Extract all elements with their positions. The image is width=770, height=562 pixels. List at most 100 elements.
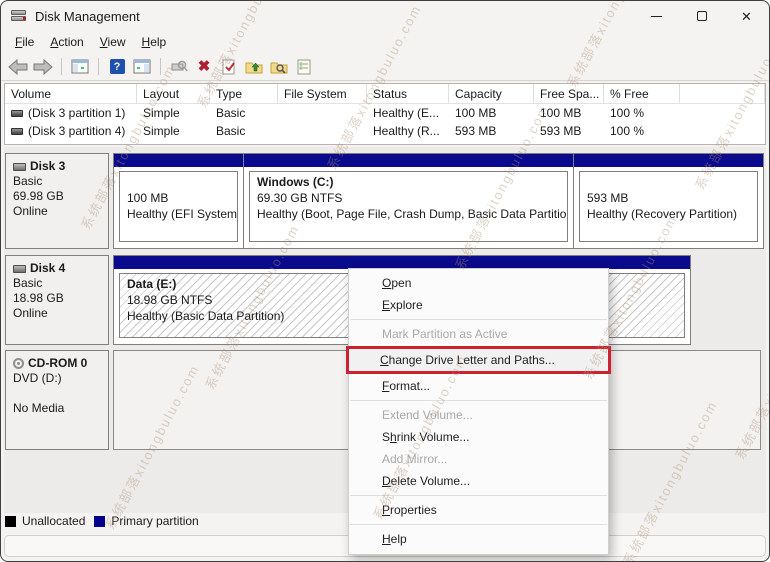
partition-size: 593 MB	[587, 190, 750, 206]
volume-capacity: 593 MB	[449, 124, 534, 138]
column-type[interactable]: Type	[210, 84, 278, 103]
volume-layout: Simple	[137, 124, 210, 138]
menu-view[interactable]: View	[92, 33, 134, 51]
volume-layout: Simple	[137, 106, 210, 120]
volume-capacity: 100 MB	[449, 106, 534, 120]
menu-help[interactable]: Help	[134, 33, 175, 51]
maximize-button[interactable]	[679, 1, 724, 31]
partition-status: Healthy (Recovery Partition)	[587, 206, 750, 222]
disk-management-window: Disk Management ✕ File Action View Help …	[0, 0, 770, 562]
close-icon: ✕	[741, 10, 752, 23]
menu-item-add-mirror: Add Mirror...	[349, 448, 608, 470]
volume-pct-free: 100 %	[604, 124, 680, 138]
volume-name: (Disk 3 partition 4)	[28, 124, 125, 138]
disk3-type: Basic	[13, 174, 101, 189]
menu-item-format[interactable]: Format...	[349, 375, 608, 397]
toolbar: ? ✖	[1, 53, 769, 81]
menu-item-extend-volume: Extend Volume...	[349, 404, 608, 426]
column-capacity[interactable]: Capacity	[449, 84, 534, 103]
partition-status: Healthy (Boot, Page File, Crash Dump, Ba…	[257, 206, 560, 222]
properties-icon[interactable]	[293, 56, 315, 78]
partition-windows-c[interactable]: Windows (C:) 69.30 GB NTFS Healthy (Boot…	[244, 154, 574, 248]
menu-file[interactable]: File	[7, 33, 42, 51]
volume-pct-free: 100 %	[604, 106, 680, 120]
menu-item-explore[interactable]: Explore	[349, 294, 608, 316]
menu-item-open[interactable]: Open	[349, 272, 608, 294]
forward-icon[interactable]	[32, 56, 54, 78]
table-row[interactable]: (Disk 3 partition 4) Simple Basic Health…	[5, 122, 765, 140]
rescan-disks-icon[interactable]	[168, 56, 190, 78]
delete-volume-icon[interactable]: ✖	[193, 56, 215, 78]
partition-size: 69.30 GB NTFS	[257, 190, 560, 206]
window-controls: ✕	[634, 1, 769, 31]
disk4-type: Basic	[13, 276, 101, 291]
close-button[interactable]: ✕	[724, 1, 769, 31]
volume-type: Basic	[210, 106, 278, 120]
cdrom-name: CD-ROM 0	[28, 356, 87, 371]
open-folder-icon[interactable]	[243, 56, 265, 78]
cdrom-info-panel[interactable]: CD-ROM 0 DVD (D:) No Media	[5, 350, 109, 450]
toolbar-separator	[61, 58, 62, 75]
partition-title	[587, 174, 750, 190]
volume-type: Basic	[210, 124, 278, 138]
menu-item-help[interactable]: Help	[349, 528, 608, 550]
menu-separator	[350, 524, 607, 525]
column-file-system[interactable]: File System	[278, 84, 367, 103]
partition-status: Healthy (EFI System Partition)	[127, 206, 230, 222]
maximize-icon	[697, 11, 707, 21]
menu-item-shrink-volume[interactable]: Shrink Volume...	[349, 426, 608, 448]
volume-list-header: Volume Layout Type File System Status Ca…	[5, 84, 765, 104]
show-action-pane-icon[interactable]	[131, 56, 153, 78]
cdrom-drive: DVD (D:)	[13, 371, 101, 386]
red-highlight-box: Change Drive Letter and Paths...	[346, 346, 611, 374]
disk-icon	[13, 265, 26, 273]
volume-status: Healthy (R...	[367, 124, 449, 138]
volume-free-space: 100 MB	[534, 106, 604, 120]
menu-action[interactable]: Action	[42, 33, 91, 51]
volume-icon	[11, 110, 23, 117]
toolbar-separator	[160, 58, 161, 75]
disk-icon	[13, 163, 26, 171]
column-filler	[680, 84, 765, 103]
legend-primary-partition: Primary partition	[94, 514, 198, 528]
menu-item-properties[interactable]: Properties	[349, 499, 608, 521]
primary-partition-color-swatch	[94, 516, 105, 527]
partition-recovery[interactable]: 593 MB Healthy (Recovery Partition)	[574, 154, 763, 248]
minimize-icon	[651, 16, 662, 17]
context-menu: Open Explore Mark Partition as Active Ch…	[348, 268, 609, 555]
menu-item-change-drive-letter[interactable]: Change Drive Letter and Paths...	[349, 349, 608, 371]
table-row[interactable]: (Disk 3 partition 1) Simple Basic Health…	[5, 104, 765, 122]
help-icon[interactable]: ?	[106, 56, 128, 78]
minimize-button[interactable]	[634, 1, 679, 31]
cdrom-media-status: No Media	[13, 401, 101, 416]
menu-item-delete-volume[interactable]: Delete Volume...	[349, 470, 608, 492]
partition-title	[127, 174, 230, 190]
back-icon[interactable]	[7, 56, 29, 78]
column-status[interactable]: Status	[367, 84, 449, 103]
partition-title: Windows (C:)	[257, 174, 560, 190]
primary-partition-band	[244, 154, 573, 167]
column-layout[interactable]: Layout	[137, 84, 210, 103]
partition-efi[interactable]: 100 MB Healthy (EFI System Partition)	[114, 154, 244, 248]
menu-bar: File Action View Help	[1, 31, 769, 53]
unallocated-color-swatch	[5, 516, 16, 527]
legend-unallocated-label: Unallocated	[22, 514, 85, 528]
column-volume[interactable]: Volume	[5, 84, 137, 103]
show-console-tree-icon[interactable]	[69, 56, 91, 78]
primary-partition-band	[574, 154, 763, 167]
menu-separator	[350, 495, 607, 496]
volume-name: (Disk 3 partition 1)	[28, 106, 125, 120]
disk-management-app-icon	[11, 9, 27, 23]
explore-folder-icon[interactable]	[268, 56, 290, 78]
mark-partition-active-icon[interactable]	[218, 56, 240, 78]
disk4-info-panel[interactable]: Disk 4 Basic 18.98 GB Online	[5, 255, 109, 345]
column-pct-free[interactable]: % Free	[604, 84, 680, 103]
disk3-info-panel[interactable]: Disk 3 Basic 69.98 GB Online	[5, 153, 109, 249]
disk4-status: Online	[13, 306, 101, 321]
partition-size: 100 MB	[127, 190, 230, 206]
volume-status: Healthy (E...	[367, 106, 449, 120]
column-free-space[interactable]: Free Spa...	[534, 84, 604, 103]
title-bar: Disk Management ✕	[1, 1, 769, 31]
legend-primary-label: Primary partition	[111, 514, 198, 528]
cd-rom-icon	[13, 358, 24, 369]
